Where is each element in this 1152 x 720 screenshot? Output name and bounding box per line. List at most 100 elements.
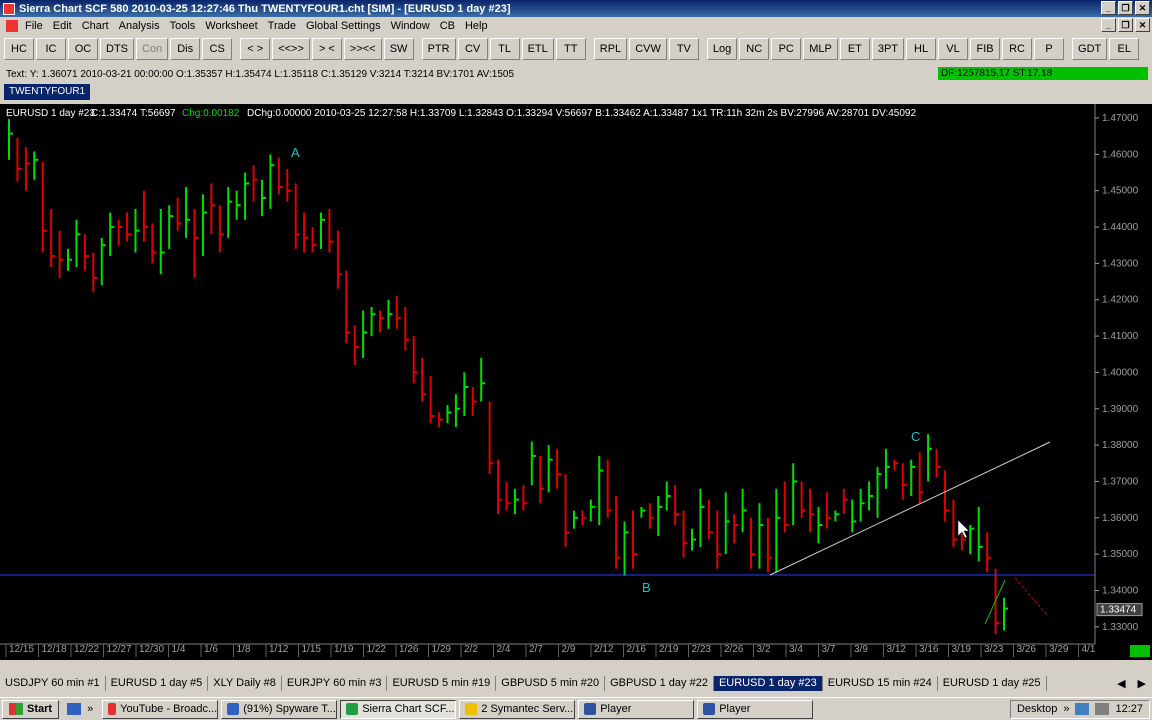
menu-analysis[interactable]: Analysis (114, 20, 165, 32)
date-tick-label: 3/29 (1049, 644, 1069, 655)
toolbar-button-17[interactable]: RPL (593, 38, 628, 60)
menu-help[interactable]: Help (460, 20, 493, 32)
price-tick-label: 1.37000 (1102, 476, 1139, 487)
taskbar-task[interactable]: Sierra Chart SCF... (340, 699, 457, 719)
document-icon[interactable] (6, 19, 18, 32)
toolbar-button-19[interactable]: TV (668, 38, 699, 60)
toolbar-button-23[interactable]: MLP (803, 38, 838, 60)
menu-chart[interactable]: Chart (77, 20, 114, 32)
chart-tab[interactable]: EURUSD 5 min #19 (387, 675, 497, 691)
mdi-close-button[interactable]: ✕ (1135, 18, 1150, 32)
menu-trade[interactable]: Trade (263, 20, 301, 32)
tray-network-icon[interactable] (1075, 703, 1090, 715)
toolbar-button-24[interactable]: ET (839, 38, 870, 60)
taskbar-task[interactable]: Player (697, 699, 814, 719)
date-tick-label: 2/4 (497, 644, 511, 655)
task-app-icon (108, 703, 117, 715)
taskbar-task[interactable]: 2 Symantec Serv... (459, 699, 576, 719)
chart-tab[interactable]: EURUSD 1 day #5 (106, 675, 209, 691)
chart-tab[interactable]: EURUSD 1 day #25 (938, 675, 1047, 691)
task-label: 2 Symantec Serv... (481, 703, 574, 715)
show-desktop-icon[interactable] (67, 703, 82, 715)
start-button[interactable]: Start (2, 699, 60, 719)
chart-tab[interactable]: GBPUSD 5 min #20 (496, 675, 606, 691)
toolbar-button-20[interactable]: Log (706, 38, 738, 60)
toolbar-button-8[interactable]: <<>> (272, 38, 310, 60)
toolbar-button-1[interactable]: IC (36, 38, 66, 60)
tab-scroll-left-icon[interactable]: ◀ (1117, 677, 1125, 690)
tray-chevron-icon[interactable]: » (1063, 703, 1069, 715)
menu-tools[interactable]: Tools (165, 20, 201, 32)
trend-line[interactable] (769, 441, 1051, 576)
taskbar-task[interactable]: YouTube - Broadc... (102, 699, 219, 719)
menu-cb[interactable]: CB (435, 20, 460, 32)
task-label: (91%) Spyware T... (243, 703, 336, 715)
toolbar-button-12[interactable]: PTR (421, 38, 456, 60)
menu-file[interactable]: File (20, 20, 48, 32)
toolbar-button-7[interactable]: < > (240, 38, 271, 60)
menu-window[interactable]: Window (386, 20, 435, 32)
toolbar-button-30[interactable]: P (1034, 38, 1065, 60)
chart-tab[interactable]: EURUSD 15 min #24 (823, 675, 938, 691)
toolbar-button-10[interactable]: >><< (343, 38, 382, 60)
chart-tabs: USDJPY 60 min #1 EURUSD 1 day #5 XLY Daily… (0, 675, 1152, 691)
toolbar-button-5[interactable]: Dis (170, 38, 201, 60)
toolbar-button-21[interactable]: NC (739, 38, 770, 60)
wave-label[interactable]: C (911, 429, 920, 444)
chart-tab[interactable]: EURJPY 60 min #3 (282, 675, 388, 691)
desktop-toolbar-label[interactable]: Desktop (1017, 703, 1057, 715)
taskbar: Start » YouTube - Broadc... (91%) Spyware… (0, 697, 1152, 720)
toolbar-button-13[interactable]: CV (457, 38, 488, 60)
toolbar-button-15[interactable]: ETL (521, 38, 554, 60)
chart-tab[interactable]: EURUSD 1 day #23 (713, 675, 823, 691)
tray-volume-icon[interactable] (1095, 703, 1110, 715)
date-tick-label: 1/4 (172, 644, 186, 655)
clock: 12:27 (1115, 703, 1143, 715)
last-price-label: 1.33474 (1100, 605, 1137, 616)
toolbar-button-14[interactable]: TL (489, 38, 520, 60)
wave-label[interactable]: B (642, 580, 651, 595)
toolbar-button-6[interactable]: CS (202, 38, 233, 60)
menu-worksheet[interactable]: Worksheet (200, 20, 262, 32)
taskbar-task[interactable]: Player (578, 699, 695, 719)
price-tick-label: 1.41000 (1102, 331, 1139, 342)
chartbook-tab[interactable]: TWENTYFOUR1 (4, 84, 91, 100)
toolbar-button-3[interactable]: DTS (100, 38, 134, 60)
menu-edit[interactable]: Edit (48, 20, 77, 32)
date-tick-label: 12/22 (74, 644, 99, 655)
toolbar-button-29[interactable]: RC (1002, 38, 1033, 60)
chart-tab[interactable]: GBPUSD 1 day #22 (605, 675, 714, 691)
toolbar-button-28[interactable]: FIB (970, 38, 1001, 60)
close-button[interactable]: ✕ (1135, 1, 1150, 15)
restore-button[interactable]: ❐ (1118, 1, 1133, 15)
toolbar-button-16[interactable]: TT (555, 38, 586, 60)
mdi-restore-button[interactable]: ❐ (1118, 18, 1133, 32)
quicklaunch-chevron-icon[interactable]: » (87, 703, 93, 715)
toolbar-button-32[interactable]: EL (1109, 38, 1140, 60)
toolbar-button-27[interactable]: VL (938, 38, 969, 60)
toolbar-button-11[interactable]: SW (383, 38, 414, 60)
date-tick-label: 1/26 (399, 644, 419, 655)
data-feed-status: DF:1257815,17 ST:17,18 (938, 67, 1148, 80)
toolbar-button-25[interactable]: 3PT (871, 38, 905, 60)
mdi-minimize-button[interactable]: _ (1101, 18, 1116, 32)
toolbar-button-31[interactable]: GDT (1072, 38, 1108, 60)
toolbar-button-9[interactable]: > < (311, 38, 342, 60)
projection-line-down[interactable] (1014, 577, 1049, 617)
toolbar-button-2[interactable]: OC (68, 38, 98, 60)
wave-label[interactable]: A (291, 145, 300, 160)
toolbar-button-4[interactable]: Con (136, 38, 169, 60)
chart-tab[interactable]: XLY Daily #8 (208, 675, 282, 691)
price-chart[interactable]: EURUSD 1 day #23 C:1.33474 T:56697 Chg:0… (0, 104, 1152, 660)
chart-tab[interactable]: USDJPY 60 min #1 (0, 675, 106, 691)
toolbar-button-18[interactable]: CVW (629, 38, 667, 60)
menu-global-settings[interactable]: Global Settings (301, 20, 386, 32)
menu-bar: File Edit Chart Analysis Tools Worksheet Trade… (0, 17, 1152, 34)
tab-scroll-right-icon[interactable]: ▶ (1138, 677, 1146, 690)
toolbar-button-0[interactable]: HC (4, 38, 34, 60)
minimize-button[interactable]: _ (1101, 1, 1116, 15)
taskbar-task[interactable]: (91%) Spyware T... (221, 699, 338, 719)
toolbar-button-26[interactable]: HL (906, 38, 937, 60)
toolbar-button-22[interactable]: PC (771, 38, 802, 60)
date-tick-label: 12/30 (139, 644, 164, 655)
